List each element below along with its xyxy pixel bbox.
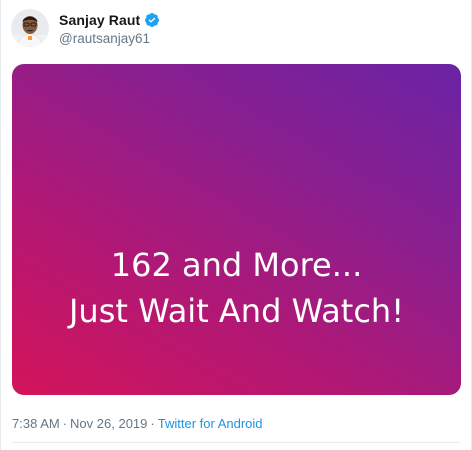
media-caption-line-2: Just Wait And Watch! (68, 292, 405, 330)
tweet-date[interactable]: Nov 26, 2019 (70, 416, 147, 431)
tweet-header: Sanjay Raut @rautsanjay61 (11, 8, 160, 48)
tweet-metadata: 7:38 AM · Nov 26, 2019 · Twitter for Android (12, 416, 263, 431)
media-caption-line-1: 162 and More... (110, 246, 363, 284)
author-names: Sanjay Raut @rautsanjay61 (59, 11, 160, 46)
tweet-source-link[interactable]: Twitter for Android (158, 416, 263, 431)
media-caption: 162 and More... Just Wait And Watch! (12, 242, 461, 334)
avatar-photo (11, 9, 49, 47)
tweet-card: Sanjay Raut @rautsanjay61 162 and More..… (0, 0, 472, 450)
author-handle[interactable]: @rautsanjay61 (59, 31, 160, 46)
avatar[interactable] (11, 9, 49, 47)
meta-separator-2: · (150, 416, 155, 431)
name-row: Sanjay Raut (59, 11, 160, 29)
meta-separator: · (62, 416, 68, 431)
tweet-time[interactable]: 7:38 AM (12, 416, 60, 431)
verified-badge-icon (144, 12, 160, 28)
author-display-name[interactable]: Sanjay Raut (59, 12, 140, 28)
divider (12, 442, 460, 443)
tweet-media-image[interactable]: 162 and More... Just Wait And Watch! (12, 64, 461, 395)
